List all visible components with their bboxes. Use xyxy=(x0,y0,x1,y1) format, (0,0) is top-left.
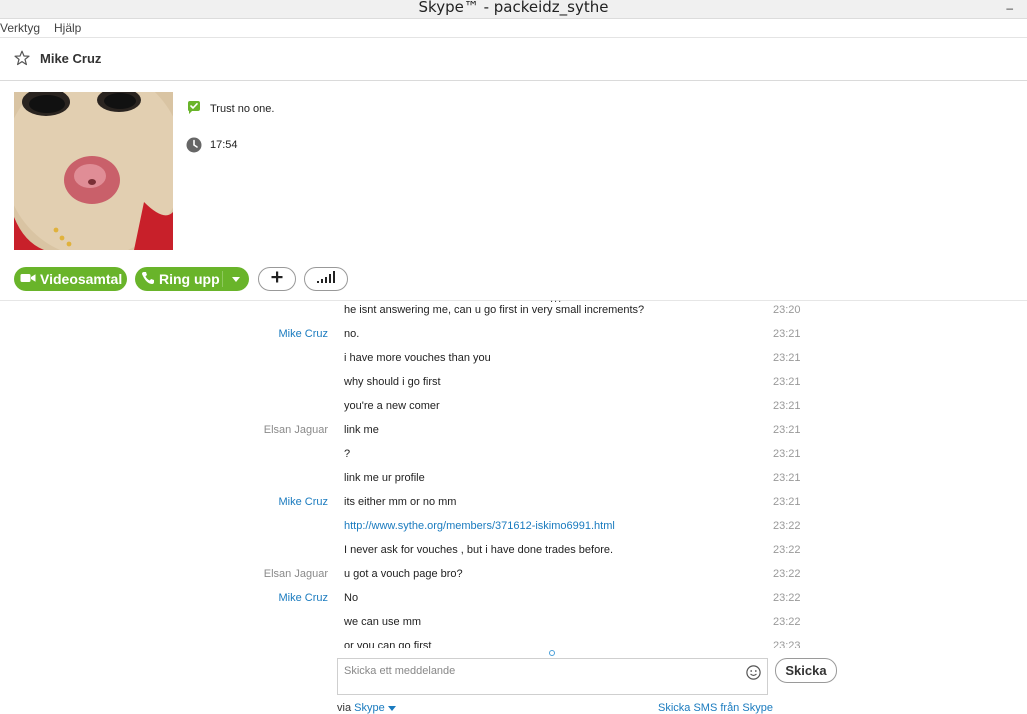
chevron-down-icon[interactable] xyxy=(232,277,240,282)
message-time: 23:22 xyxy=(773,544,801,556)
message-sender[interactable]: Mike Cruz xyxy=(278,328,328,340)
call-button[interactable]: Ring upp xyxy=(135,267,249,291)
plus-icon xyxy=(271,270,283,288)
window-title: Skype™ - packeidz_sythe xyxy=(418,0,609,16)
message-text: you're a new comer xyxy=(344,400,440,412)
via-label: via xyxy=(337,702,352,714)
message-text: he isnt answering me, can u go first in … xyxy=(344,304,645,316)
chat-history[interactable]: he isnt answering me, can u go first in … xyxy=(0,302,1027,648)
mood-message: Trust no one. xyxy=(210,103,275,115)
message-time: 23:21 xyxy=(773,376,801,388)
message-text: u got a vouch page bro? xyxy=(344,568,463,580)
message-sender[interactable]: Mike Cruz xyxy=(278,496,328,508)
minimize-button[interactable]: – xyxy=(1006,1,1013,15)
message-composer xyxy=(337,658,768,695)
message-time: 23:21 xyxy=(773,448,801,460)
video-call-button[interactable]: Videosamtal xyxy=(14,267,127,291)
local-time: 17:54 xyxy=(210,139,238,151)
message-time: 23:23 xyxy=(773,640,801,648)
call-label: Ring upp xyxy=(159,271,220,287)
message-text: link me ur profile xyxy=(344,472,425,484)
contact-name: Mike Cruz xyxy=(40,51,102,66)
message-time: 23:22 xyxy=(773,520,801,532)
send-button[interactable]: Skicka xyxy=(775,658,837,683)
message-text: i have more vouches than you xyxy=(344,352,491,364)
chat-message: Mike Cruz No 23:22 xyxy=(0,592,1027,616)
message-time: 23:21 xyxy=(773,472,801,484)
menu-item-help[interactable]: Hjälp xyxy=(54,21,81,35)
chat-message: http://www.sythe.org/members/371612-iski… xyxy=(0,520,1027,544)
smiley-icon[interactable] xyxy=(746,665,761,685)
pane-splitter[interactable] xyxy=(0,300,1027,301)
message-time: 23:21 xyxy=(773,496,801,508)
title-bar: Skype™ - packeidz_sythe – xyxy=(0,0,1027,19)
message-text: why should i go first xyxy=(344,376,441,388)
video-camera-icon xyxy=(14,271,40,287)
message-time: 23:21 xyxy=(773,424,801,436)
message-input[interactable] xyxy=(344,663,734,679)
message-text: or you can go first xyxy=(344,640,432,648)
message-text: No xyxy=(344,592,359,604)
message-text: we can use mm xyxy=(344,616,422,628)
message-sender[interactable]: Mike Cruz xyxy=(278,592,328,604)
chat-message: or you can go first 23:23 xyxy=(0,640,1027,648)
phone-icon xyxy=(135,271,159,288)
service-selector[interactable]: Skype xyxy=(354,702,396,714)
message-time: 23:22 xyxy=(773,592,801,604)
chat-message: you're a new comer 23:21 xyxy=(0,400,1027,424)
message-text: I never ask for vouches , but i have don… xyxy=(344,544,614,556)
message-time: 23:22 xyxy=(773,568,801,580)
signal-bars-icon xyxy=(316,270,336,288)
chat-message: Elsan Jaguar link me 23:21 xyxy=(0,424,1027,448)
menu-bar: Verktyg Hjälp xyxy=(0,19,1027,37)
message-time: 23:21 xyxy=(773,328,801,340)
chat-message: link me ur profile 23:21 xyxy=(0,472,1027,496)
chat-message: Elsan Jaguar u got a vouch page bro? 23:… xyxy=(0,568,1027,592)
via-service: via Skype xyxy=(337,702,396,714)
chat-message: Mike Cruz no. 23:21 xyxy=(0,328,1027,352)
send-sms-link[interactable]: Skicka SMS från Skype xyxy=(658,702,773,714)
call-split-divider xyxy=(222,271,223,287)
message-text: no. xyxy=(344,328,360,340)
avatar xyxy=(14,92,173,250)
message-time: 23:21 xyxy=(773,352,801,364)
message-text: link me xyxy=(344,424,379,436)
chevron-down-icon xyxy=(387,706,396,711)
message-time: 23:22 xyxy=(773,616,801,628)
video-call-label: Videosamtal xyxy=(40,271,123,287)
call-quality-button[interactable] xyxy=(304,267,348,291)
service-name: Skype xyxy=(354,702,385,714)
message-sender[interactable]: Elsan Jaguar xyxy=(264,424,328,436)
menu-item-tools[interactable]: Verktyg xyxy=(0,21,40,35)
clock-icon xyxy=(186,137,202,158)
message-text: ? xyxy=(344,448,351,460)
add-participant-button[interactable] xyxy=(258,267,296,291)
chat-message: why should i go first 23:21 xyxy=(0,376,1027,400)
chat-message: Mike Cruz its either mm or no mm 23:21 xyxy=(0,496,1027,520)
chat-message: he isnt answering me, can u go first in … xyxy=(0,304,1027,328)
message-time: 23:21 xyxy=(773,400,801,412)
star-outline-icon[interactable] xyxy=(14,50,30,71)
green-check-icon xyxy=(186,100,202,120)
profile-header: Mike Cruz xyxy=(0,37,1027,81)
message-text: its either mm or no mm xyxy=(344,496,457,508)
chat-message: we can use mm 23:22 xyxy=(0,616,1027,640)
chat-message: I never ask for vouches , but i have don… xyxy=(0,544,1027,568)
new-message-indicator[interactable] xyxy=(549,650,555,656)
message-link[interactable]: http://www.sythe.org/members/371612-iski… xyxy=(344,520,615,532)
chat-message: ? 23:21 xyxy=(0,448,1027,472)
message-time: 23:20 xyxy=(773,304,801,316)
chat-message: i have more vouches than you 23:21 xyxy=(0,352,1027,376)
message-sender[interactable]: Elsan Jaguar xyxy=(264,568,328,580)
